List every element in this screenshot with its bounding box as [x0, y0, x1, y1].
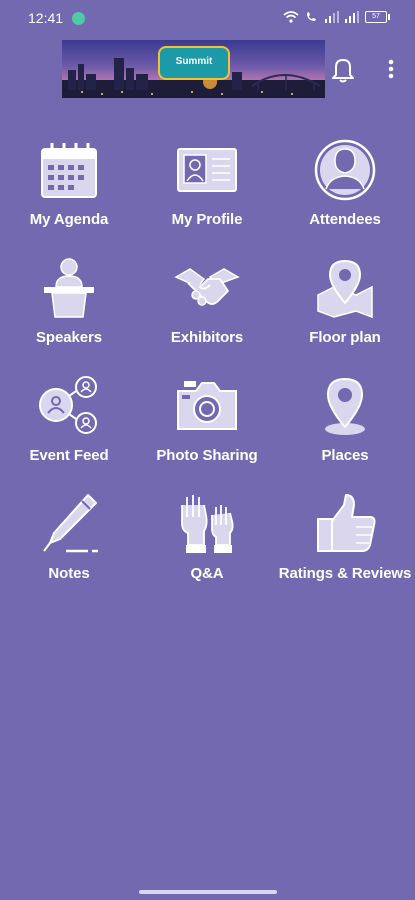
- tile-label: Q&A: [190, 564, 224, 582]
- calendar-icon: [41, 142, 97, 198]
- tile-notes[interactable]: Notes: [0, 482, 138, 592]
- handshake-icon: [174, 267, 240, 306]
- tile-qa[interactable]: Q&A: [138, 482, 276, 592]
- call-icon: [307, 12, 316, 21]
- summit-logo: Summit: [158, 46, 230, 80]
- more-vert-icon: [388, 59, 394, 79]
- battery-icon: 57: [365, 11, 390, 23]
- notifications-button[interactable]: [328, 54, 358, 84]
- map-pin-icon: [317, 259, 373, 318]
- tile-event-feed[interactable]: Event Feed: [0, 364, 138, 474]
- tile-exhibitors[interactable]: Exhibitors: [138, 246, 276, 356]
- tile-places[interactable]: Places: [276, 364, 414, 474]
- status-bar: 12:41 57: [0, 0, 415, 36]
- status-icons: 57: [283, 11, 390, 23]
- notification-app-icon: [72, 12, 85, 25]
- tile-attendees[interactable]: Attendees: [276, 128, 414, 238]
- person-circle-icon: [314, 139, 376, 200]
- pen-icon: [43, 493, 98, 552]
- network-people-icon: [39, 375, 97, 434]
- battery-level: 57: [372, 13, 380, 20]
- camera-icon: [177, 380, 237, 430]
- tile-label: Ratings & Reviews: [278, 564, 412, 582]
- app-header: Summit: [0, 38, 415, 100]
- tile-speakers[interactable]: Speakers: [0, 246, 138, 356]
- tile-label: My Profile: [171, 210, 243, 228]
- signal-2-icon: [345, 11, 359, 23]
- tile-photo-sharing[interactable]: Photo Sharing: [138, 364, 276, 474]
- tile-label: Floor plan: [309, 328, 381, 346]
- tile-label: Event Feed: [29, 446, 109, 464]
- bell-icon: [332, 59, 354, 83]
- tile-label: Places: [321, 446, 369, 464]
- tile-my-profile[interactable]: My Profile: [138, 128, 276, 238]
- overflow-menu-button[interactable]: [376, 54, 406, 84]
- tile-my-agenda[interactable]: My Agenda: [0, 128, 138, 238]
- home-indicator[interactable]: [139, 890, 277, 894]
- tile-label: Speakers: [36, 328, 102, 346]
- tile-label: Exhibitors: [170, 328, 244, 346]
- raised-hands-icon: [181, 494, 234, 553]
- location-pin-icon: [325, 377, 365, 435]
- signal-icon: [325, 11, 339, 23]
- tile-label: My Agenda: [29, 210, 109, 228]
- wifi-icon: [283, 11, 299, 23]
- summit-logo-text: Summit: [175, 56, 213, 67]
- tile-label: Notes: [48, 564, 90, 582]
- tile-floor-plan[interactable]: Floor plan: [276, 246, 414, 356]
- thumbs-up-icon: [317, 493, 376, 552]
- podium-speaker-icon: [44, 257, 94, 318]
- event-banner: Summit: [62, 40, 325, 98]
- tile-ratings-reviews[interactable]: Ratings & Reviews: [276, 482, 414, 592]
- status-time: 12:41: [28, 10, 64, 26]
- tile-label: Attendees: [309, 210, 381, 228]
- id-card-icon: [177, 147, 237, 192]
- tile-label: Photo Sharing: [156, 446, 258, 464]
